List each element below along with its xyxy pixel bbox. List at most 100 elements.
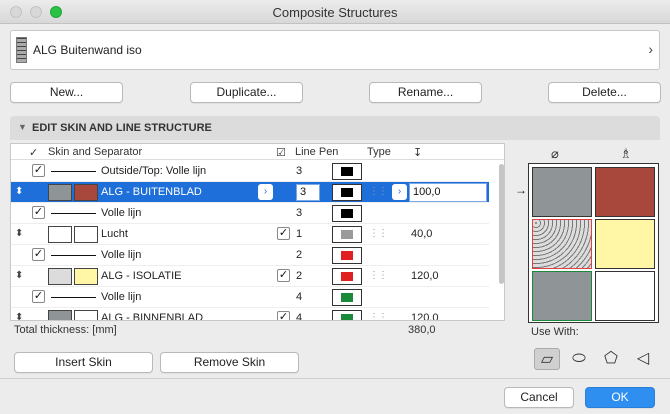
thickness-header-icon: ↧ (413, 147, 423, 159)
line-pen-number[interactable]: 3 (296, 184, 320, 201)
pen-color-mark (341, 188, 353, 197)
skin-fill-color[interactable] (74, 268, 98, 285)
separator-row[interactable]: ✓ Volle lijn 2 (11, 245, 489, 266)
separator-checkbox[interactable]: ✓ (32, 206, 45, 219)
separator-row[interactable]: ✓ Volle lijn 3 (11, 203, 489, 224)
pen-color-swatch[interactable] (332, 310, 362, 320)
pen-color-swatch[interactable] (332, 247, 362, 264)
wall-element-icon[interactable]: ▱ (534, 348, 560, 370)
separator-name: Volle lijn (101, 249, 142, 261)
pen-color-mark (341, 209, 353, 218)
shell-element-icon[interactable]: ◁ (630, 348, 656, 370)
use-with-label: Use With: (531, 326, 579, 338)
pen-color-swatch[interactable] (332, 268, 362, 285)
core-checkbox[interactable]: ✓ (277, 227, 290, 240)
footer-divider (0, 378, 670, 379)
roof-element-icon[interactable]: ⬠ (598, 348, 624, 370)
composite-name: ALG Buitenwand iso (33, 43, 142, 57)
skin-type-icon: ⋮⋮ (369, 270, 388, 281)
core-checkbox[interactable]: ✓ (277, 311, 290, 320)
composite-selector[interactable]: ALG Buitenwand iso › (10, 30, 660, 70)
structure-preview (528, 163, 659, 323)
skin-name: ALG - BINNENBLAD (101, 312, 204, 321)
new-button[interactable]: New... (10, 82, 123, 103)
line-pen-number[interactable]: 3 (296, 165, 302, 177)
skin-name: ALG - ISOLATIE (101, 270, 182, 282)
cancel-button[interactable]: Cancel (504, 387, 574, 408)
disclosure-triangle-icon[interactable]: ▼ (18, 122, 27, 132)
skin-fill-swatch[interactable] (48, 184, 72, 201)
header-checkbox-icon: ☑ (276, 147, 286, 159)
separator-name: Volle lijn (101, 291, 142, 303)
paint-bucket-icon: ♗ (620, 146, 632, 161)
type-chevron-icon[interactable]: › (392, 184, 407, 200)
slab-element-icon[interactable]: ⬭ (566, 348, 592, 370)
pen-color-swatch[interactable] (332, 226, 362, 243)
skin-fill-color[interactable] (74, 226, 98, 243)
chevron-right-icon: › (648, 41, 653, 57)
window-title: Composite Structures (272, 5, 398, 20)
section-title: EDIT SKIN AND LINE STRUCTURE (32, 122, 212, 134)
drag-handle-icon[interactable]: ⬍ (15, 270, 23, 281)
skin-fill-color[interactable] (74, 310, 98, 320)
preview-skin-fill (595, 167, 655, 217)
table-scrollbar[interactable] (499, 164, 504, 284)
pen-color-swatch[interactable] (332, 289, 362, 306)
core-checkbox[interactable]: ✓ (277, 269, 290, 282)
drag-handle-icon[interactable]: ⬍ (15, 228, 23, 239)
skin-table: ✓ Skin and Separator ☑ Line Pen Type ↧ ✓… (10, 143, 505, 321)
composite-thumbnail-icon (16, 37, 27, 63)
skin-thickness: 120,0 (411, 312, 439, 321)
total-thickness-label: Total thickness: [mm] (14, 324, 117, 336)
separator-row[interactable]: ✓ Volle lijn 4 (11, 287, 489, 308)
skin-fill-swatch[interactable] (48, 226, 72, 243)
remove-skin-button[interactable]: Remove Skin (160, 352, 299, 373)
pen-color-mark (341, 293, 353, 302)
duplicate-button[interactable]: Duplicate... (190, 82, 303, 103)
pen-color-swatch[interactable] (332, 184, 362, 201)
header-type: Type (367, 146, 391, 158)
line-pen-number[interactable]: 4 (296, 291, 302, 303)
separator-checkbox[interactable]: ✓ (32, 290, 45, 303)
separator-checkbox[interactable]: ✓ (32, 164, 45, 177)
line-pen-number[interactable]: 4 (296, 312, 302, 320)
rename-button[interactable]: Rename... (369, 82, 482, 103)
separator-checkbox[interactable]: ✓ (32, 248, 45, 261)
insert-skin-button[interactable]: Insert Skin (14, 352, 153, 373)
preview-insulation-fill (532, 219, 592, 269)
skin-fill-color[interactable] (74, 184, 98, 201)
skin-type-icon: ⋮⋮ (369, 312, 388, 321)
delete-button[interactable]: Delete... (548, 82, 661, 103)
drag-handle-icon[interactable]: ⬍ (15, 312, 23, 320)
line-pen-number[interactable]: 1 (296, 228, 302, 240)
skin-thickness: 40,0 (411, 228, 433, 240)
skin-row[interactable]: ⬍ ALG - ISOLATIE ✓ 120,0 ⋮⋮ 2 (11, 266, 489, 287)
pen-color-mark (341, 272, 353, 281)
pen-color-mark (341, 230, 353, 239)
skin-row[interactable]: ⬍ ALG - BINNENBLAD ✓ 120,0 ⋮⋮ 4 (11, 308, 489, 321)
preview-skin-fill (595, 271, 655, 321)
skin-type-icon: ⋮⋮ (369, 228, 388, 239)
preview-skin-fill (532, 271, 592, 321)
line-pen-number[interactable]: 2 (296, 249, 302, 261)
skin-row[interactable]: ⬍ ALG - BUITENBLAD › 100,0 › ⋮⋮ 3 (11, 182, 489, 203)
pen-color-mark (341, 167, 353, 176)
skin-fill-swatch[interactable] (48, 310, 72, 320)
skin-row[interactable]: ⬍ Lucht ✓ 40,0 ⋮⋮ 1 (11, 224, 489, 245)
header-skin-and-separator: Skin and Separator (48, 146, 143, 158)
separator-name: Outside/Top: Volle lijn (101, 165, 207, 177)
drag-handle-icon[interactable]: ⬍ (15, 186, 23, 197)
check-all-icon[interactable]: ✓ (29, 146, 38, 159)
line-pen-number[interactable]: 3 (296, 207, 302, 219)
skin-fill-swatch[interactable] (48, 268, 72, 285)
separator-row[interactable]: ✓ Outside/Top: Volle lijn 3 (11, 161, 489, 182)
skin-thickness: 120,0 (411, 270, 439, 282)
pen-color-swatch[interactable] (332, 205, 362, 222)
section-header[interactable]: ▼ EDIT SKIN AND LINE STRUCTURE (10, 116, 660, 140)
fill-pattern-icon: ⌀ (551, 146, 559, 161)
thickness-input[interactable]: 100,0 (409, 183, 487, 202)
line-pen-number[interactable]: 2 (296, 270, 302, 282)
ok-button[interactable]: OK (585, 387, 655, 408)
chevron-right-icon[interactable]: › (258, 184, 273, 200)
pen-color-swatch[interactable] (332, 163, 362, 180)
